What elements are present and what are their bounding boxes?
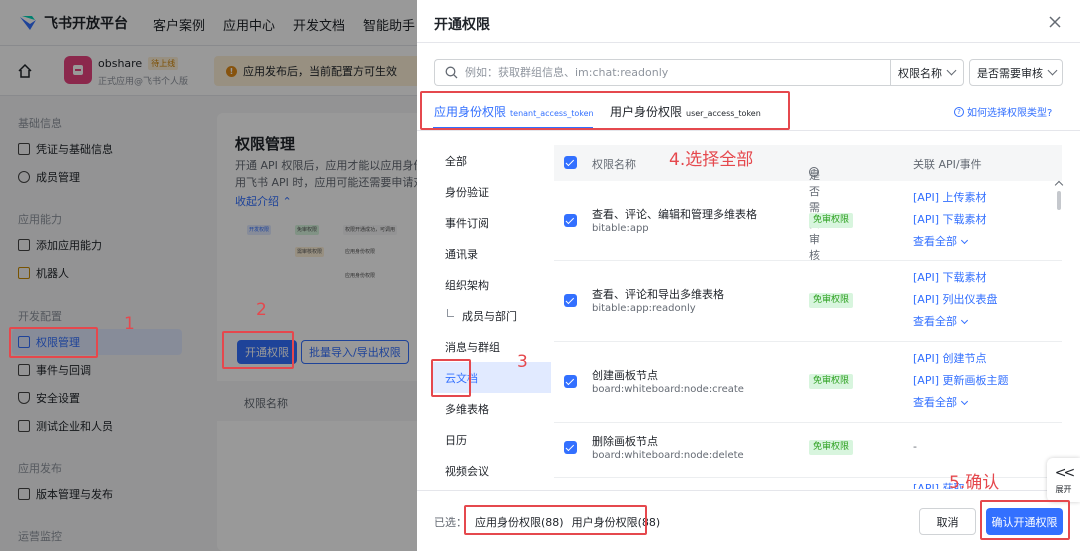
category-messages[interactable]: 消息与群组 [433, 331, 551, 362]
api-link[interactable]: [API] 创建节点 [913, 348, 1008, 370]
api-list: [API] 下载素材 [API] 列出仪表盘 查看全部 [913, 267, 997, 333]
table-row[interactable]: 查看、评论、编辑和管理多维表格 bitable:app 免审权限 [API] 上… [554, 181, 1062, 261]
annotation-box-tabs [420, 91, 790, 130]
divider [417, 42, 1080, 43]
view-all-link[interactable]: 查看全部 [913, 392, 1008, 414]
category-calendar[interactable]: 日历 [433, 424, 551, 455]
help-link-text: 如何选择权限类型? [967, 108, 1053, 119]
column-api: 关联 API/事件 [913, 158, 982, 171]
view-all-label: 查看全部 [913, 235, 957, 248]
api-link[interactable]: [API] 更新画板主题 [913, 370, 1008, 392]
category-auth[interactable]: 身份验证 [433, 176, 551, 207]
annotation-confirm: 5.确认 [949, 473, 1000, 493]
close-icon[interactable] [1047, 14, 1063, 30]
api-list: [API] 创建节点 [API] 更新画板主题 查看全部 [913, 348, 1008, 414]
permission-code: board:whiteboard:node:delete [592, 450, 744, 461]
chevron-down-icon [960, 397, 969, 405]
annotation-box-confirm [980, 500, 1070, 540]
permission-name: 创建画板节点 [592, 369, 658, 382]
table-scrollbar[interactable] [1057, 191, 1061, 210]
view-all-link[interactable]: 查看全部 [913, 311, 997, 333]
table-header: 权限名称 是否需要审核 ? 关联 API/事件 [554, 145, 1062, 262]
api-link[interactable]: [API] 上传素材 [913, 187, 986, 209]
annotation-number: 2 [256, 300, 267, 320]
table-row[interactable]: 查看、评论和导出多维表格 bitable:app:readonly 免审权限 [… [554, 261, 1062, 342]
tree-branch-icon [447, 308, 454, 317]
view-all-label: 查看全部 [913, 315, 957, 328]
permission-code: board:whiteboard:node:create [592, 384, 744, 395]
api-list: - [913, 436, 917, 458]
permission-table: 权限名称 是否需要审核 ? 关联 API/事件 查看、评论、编辑和管理多维表格 … [554, 145, 1062, 489]
annotation-box-category [431, 359, 471, 397]
column-name: 权限名称 [592, 158, 636, 171]
double-chevron-left-icon: << [1054, 464, 1076, 481]
drawer-title: 开通权限 [434, 17, 490, 33]
search-icon [445, 66, 458, 79]
row-checkbox[interactable] [564, 214, 577, 227]
category-list: 全部 身份验证 事件订阅 通讯录 组织架构 成员与部门 消息与群组 云文档 多维… [433, 145, 551, 486]
review-badge: 免审权限 [809, 293, 854, 308]
row-checkbox[interactable] [564, 375, 577, 388]
category-org[interactable]: 组织架构 [433, 269, 551, 300]
api-link[interactable]: [API] 列出仪表盘 [913, 289, 997, 311]
permission-name: 查看、评论、编辑和管理多维表格 [592, 208, 757, 221]
chevron-down-icon [946, 65, 957, 76]
expand-label: 展开 [1055, 484, 1072, 494]
category-video[interactable]: 视频会议 [433, 455, 551, 486]
permission-name: 查看、评论和导出多维表格 [592, 288, 724, 301]
annotation-box-open [222, 331, 294, 369]
overlay-mask[interactable] [0, 0, 417, 551]
select-all-checkbox[interactable] [564, 156, 577, 169]
row-checkbox[interactable] [564, 294, 577, 307]
annotation-select-all: 4.选择全部 [669, 150, 754, 170]
search-input[interactable] [465, 66, 865, 79]
cancel-button[interactable]: 取消 [919, 508, 976, 535]
row-checkbox[interactable] [564, 441, 577, 454]
table-row[interactable]: 创建画板节点 board:whiteboard:node:create 免审权限… [554, 342, 1062, 423]
annotation-box-selected [464, 505, 647, 535]
api-list: [API] 上传素材 [API] 下载素材 查看全部 [913, 187, 986, 253]
chevron-down-icon [960, 236, 969, 244]
filter-review-select[interactable]: 是否需要审核 [969, 59, 1063, 86]
category-contacts[interactable]: 通讯录 [433, 238, 551, 269]
api-link[interactable]: [API] 下载素材 [913, 267, 997, 289]
question-icon: ? [809, 167, 819, 177]
filter-name-select[interactable]: 权限名称 [890, 59, 964, 86]
category-bitable[interactable]: 多维表格 [433, 393, 551, 424]
category-events[interactable]: 事件订阅 [433, 207, 551, 238]
selected-label: 已选： [434, 516, 467, 529]
view-all-label: 查看全部 [913, 396, 957, 409]
review-badge: 免审权限 [809, 213, 854, 228]
filter-review-label: 是否需要审核 [977, 66, 1043, 80]
chevron-down-icon [960, 316, 969, 324]
permission-name: 删除画板节点 [592, 435, 658, 448]
api-empty: - [913, 440, 917, 453]
review-badge: 免审权限 [809, 374, 854, 389]
api-link[interactable]: [API] 下载素材 [913, 209, 986, 231]
annotation-box-sidebar [9, 327, 98, 358]
annotation-number: 3 [517, 352, 528, 372]
category-members-departments[interactable]: 成员与部门 [433, 300, 551, 331]
filter-name-label: 权限名称 [898, 66, 942, 80]
permission-code: bitable:app [592, 223, 649, 234]
view-all-link[interactable]: 查看全部 [913, 231, 986, 253]
chevron-down-icon [1047, 65, 1058, 76]
review-badge: 免审权限 [809, 440, 854, 455]
expand-panel-button[interactable]: << 展开 [1047, 458, 1080, 502]
annotation-number: 1 [124, 314, 135, 334]
category-all[interactable]: 全部 [433, 145, 551, 176]
question-icon: ? [954, 106, 964, 117]
permission-code: bitable:app:readonly [592, 303, 696, 314]
category-label: 成员与部门 [462, 309, 517, 323]
permission-search-box[interactable] [434, 59, 891, 86]
help-link[interactable]: ? 如何选择权限类型? [954, 104, 1052, 119]
